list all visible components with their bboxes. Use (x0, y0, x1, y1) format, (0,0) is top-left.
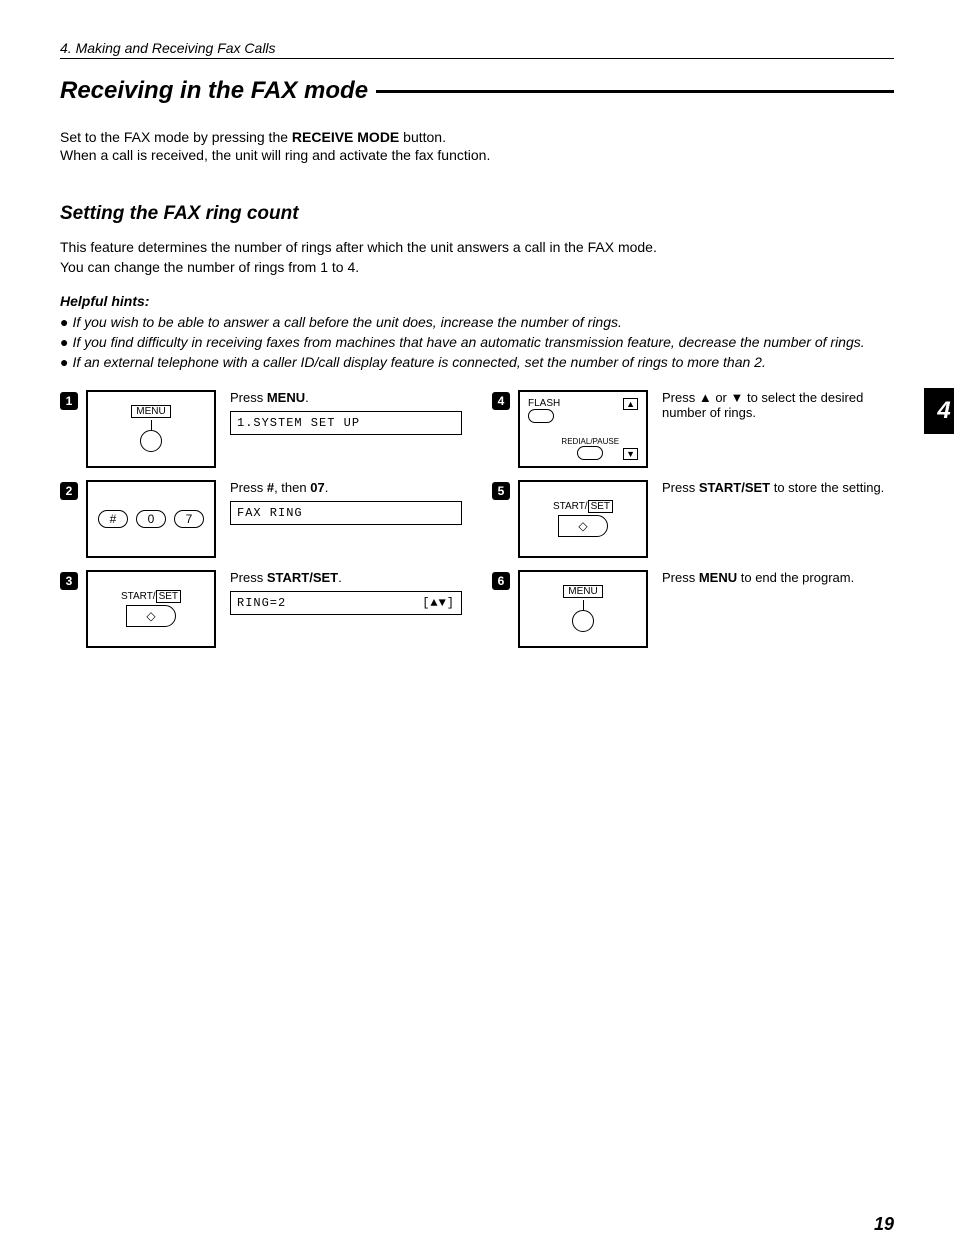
intro-line-1: Set to the FAX mode by pressing the RECE… (60, 129, 894, 145)
intro-text: button. (399, 129, 446, 145)
redial-label: REDIAL/PAUSE (561, 437, 619, 446)
bullet-icon: ● (60, 333, 68, 351)
circle-icon (572, 610, 594, 632)
keys-row: # 0 7 (96, 510, 206, 528)
down-arrow-icon: ▼ (623, 448, 638, 460)
t: to store the setting. (770, 480, 884, 495)
flash-key-icon (528, 409, 554, 423)
step-number: 5 (492, 482, 510, 500)
t: Press (230, 570, 267, 585)
lcd-text: FAX RING (237, 506, 303, 520)
lcd-text: RING=2 (237, 596, 286, 610)
redial-key-icon (577, 446, 603, 460)
step-3: 3 START/SET ◇ Press START/SET. RING=2 [▲… (60, 570, 462, 648)
step-text: Press #, then 07. FAX RING (230, 480, 462, 525)
t: MENU (267, 390, 305, 405)
step-text: Press ▲ or ▼ to select the desired numbe… (662, 390, 894, 420)
step-1: 1 MENU Press MENU. 1.SYSTEM SET UP (60, 390, 462, 468)
t: START/SET (267, 570, 338, 585)
seven-key-icon: 7 (174, 510, 204, 528)
up-arrow-icon: ▲ (623, 398, 638, 410)
steps-col-left: 1 MENU Press MENU. 1.SYSTEM SET UP 2 # 0… (60, 390, 462, 660)
main-title: Receiving in the FAX mode (60, 77, 376, 105)
page-number: 19 (874, 1214, 894, 1235)
startset-label: START/SET (553, 500, 613, 513)
start-key-icon: ◇ (558, 515, 608, 537)
hint-text: If you find difficulty in receiving faxe… (72, 333, 864, 351)
title-rule (376, 90, 894, 93)
hints-heading: Helpful hints: (60, 293, 894, 309)
intro-text: Set to the FAX mode by pressing the (60, 129, 292, 145)
flash-label: FLASH (528, 398, 560, 409)
step-6: 6 MENU Press MENU to end the program. (492, 570, 894, 648)
hint-text: If you wish to be able to answer a call … (72, 313, 621, 331)
step-number: 1 (60, 392, 78, 410)
step-text: Press START/SET. RING=2 [▲▼] (230, 570, 462, 615)
bullet-icon: ● (60, 353, 68, 371)
t: MENU (699, 570, 737, 585)
step-diagram-arrows: FLASH ▲ REDIAL/PAUSE ▼ (518, 390, 648, 468)
hint-item: ● If an external telephone with a caller… (60, 353, 894, 371)
hint-item: ● If you find difficulty in receiving fa… (60, 333, 894, 351)
intro-line-2: When a call is received, the unit will r… (60, 147, 894, 163)
step-text: Press MENU to end the program. (662, 570, 894, 585)
t: START/SET (699, 480, 770, 495)
bullet-icon: ● (60, 313, 68, 331)
step-diagram-startset: START/SET ◇ (518, 480, 648, 558)
step-number: 2 (60, 482, 78, 500)
sub-title: Setting the FAX ring count (60, 203, 894, 225)
step-number: 3 (60, 572, 78, 590)
step-2: 2 # 0 7 Press #, then 07. FAX RING (60, 480, 462, 558)
lcd-text: [▲▼] (422, 596, 455, 610)
t: Press (230, 390, 267, 405)
menu-key-label: MENU (563, 585, 602, 598)
t: Press ▲ or ▼ to select the desired numbe… (662, 390, 894, 420)
connector-line (583, 600, 584, 610)
paragraph: You can change the number of rings from … (60, 259, 894, 275)
t: . (325, 480, 329, 495)
t: # (267, 480, 274, 495)
t: . (305, 390, 309, 405)
t: Press (230, 480, 267, 495)
zero-key-icon: 0 (136, 510, 166, 528)
t: to end the program. (737, 570, 854, 585)
circle-icon (140, 430, 162, 452)
startset-label: START/SET (121, 590, 181, 603)
chapter-tab: 4 (924, 388, 954, 434)
lcd-display: FAX RING (230, 501, 462, 525)
steps-col-right: 4 FLASH ▲ REDIAL/PAUSE ▼ (492, 390, 894, 660)
step-number: 4 (492, 392, 510, 410)
hint-text: If an external telephone with a caller I… (72, 353, 765, 371)
step-diagram-keys: # 0 7 (86, 480, 216, 558)
t: Press (662, 570, 699, 585)
steps-grid: 1 MENU Press MENU. 1.SYSTEM SET UP 2 # 0… (60, 390, 894, 660)
step-text: Press MENU. 1.SYSTEM SET UP (230, 390, 462, 435)
intro-bold: RECEIVE MODE (292, 129, 399, 145)
paragraph: This feature determines the number of ri… (60, 239, 894, 255)
connector-line (151, 420, 152, 430)
chapter-header: 4. Making and Receiving Fax Calls (60, 40, 894, 59)
main-title-row: Receiving in the FAX mode (60, 77, 894, 105)
hint-item: ● If you wish to be able to answer a cal… (60, 313, 894, 331)
t: Press (662, 480, 699, 495)
step-diagram-menu: MENU (86, 390, 216, 468)
t: . (338, 570, 342, 585)
start-key-icon: ◇ (126, 605, 176, 627)
lcd-text: 1.SYSTEM SET UP (237, 416, 360, 430)
step-diagram-menu: MENU (518, 570, 648, 648)
t: , then (274, 480, 310, 495)
step-number: 6 (492, 572, 510, 590)
step-diagram-startset: START/SET ◇ (86, 570, 216, 648)
step-4: 4 FLASH ▲ REDIAL/PAUSE ▼ (492, 390, 894, 468)
step-text: Press START/SET to store the setting. (662, 480, 894, 495)
t: 07 (310, 480, 324, 495)
hash-key-icon: # (98, 510, 128, 528)
lcd-display: RING=2 [▲▼] (230, 591, 462, 615)
lcd-display: 1.SYSTEM SET UP (230, 411, 462, 435)
step-5: 5 START/SET ◇ Press START/SET to store t… (492, 480, 894, 558)
menu-key-label: MENU (131, 405, 170, 418)
